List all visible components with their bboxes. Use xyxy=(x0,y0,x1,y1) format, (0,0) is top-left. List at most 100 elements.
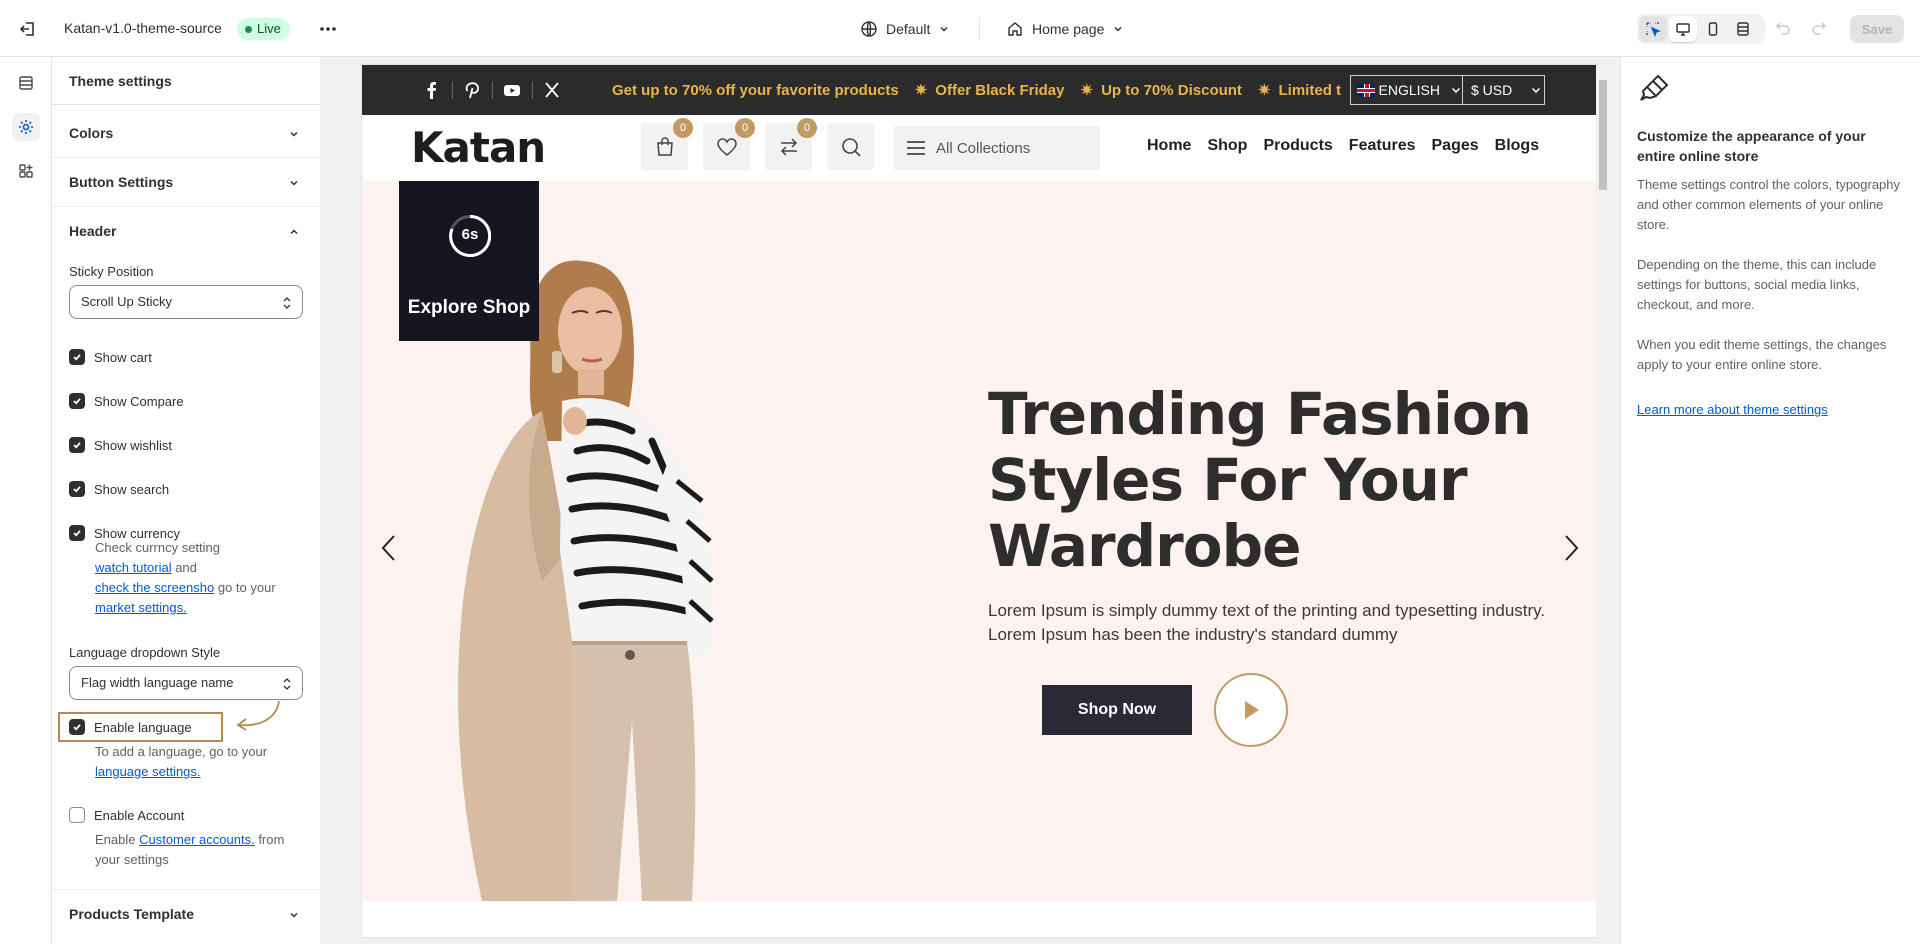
wishlist-count-badge: 0 xyxy=(735,118,755,138)
preview-scrollbar[interactable] xyxy=(1596,65,1610,937)
info-title: Customize the appearance of your entire … xyxy=(1637,128,1866,164)
select-arrows-icon xyxy=(282,296,292,310)
chevron-down-icon xyxy=(288,128,300,140)
mobile-view-icon[interactable] xyxy=(1699,16,1727,42)
exit-icon[interactable] xyxy=(18,19,38,39)
live-status-badge: Live xyxy=(237,18,290,40)
play-video-button[interactable] xyxy=(1214,673,1288,747)
hero-description: Lorem Ipsum is simply dummy text of the … xyxy=(988,601,1546,644)
save-button[interactable]: Save xyxy=(1850,15,1904,43)
account-help-text: Enable Customer accounts. from your sett… xyxy=(95,830,305,870)
currency-dropdown[interactable]: $ USD xyxy=(1463,75,1545,105)
show-cart-row[interactable]: Show cart xyxy=(69,348,152,366)
pinterest-icon[interactable] xyxy=(462,80,482,100)
slide-prev-arrow-icon[interactable] xyxy=(378,533,400,563)
show-search-row[interactable]: Show search xyxy=(69,480,169,498)
section-button-settings[interactable]: Button Settings xyxy=(52,158,320,207)
fullscreen-view-icon[interactable] xyxy=(1729,16,1757,42)
variant-label: Default xyxy=(886,21,931,37)
enable-language-row[interactable]: Enable language xyxy=(69,718,192,736)
show-wishlist-row[interactable]: Show wishlist xyxy=(69,436,172,454)
wishlist-heart-icon[interactable]: 0 xyxy=(703,118,755,170)
announcement-bar: Get up to 70% off your favorite products… xyxy=(362,65,1596,115)
undo-icon[interactable] xyxy=(1774,19,1792,37)
x-twitter-icon[interactable] xyxy=(542,80,562,100)
compare-arrows-icon[interactable]: 0 xyxy=(765,118,817,170)
all-collections-button[interactable]: All Collections xyxy=(894,126,1100,170)
desktop-view-icon[interactable] xyxy=(1669,16,1697,42)
market-settings-link[interactable]: market settings. xyxy=(95,600,187,615)
app-embeds-icon[interactable] xyxy=(12,157,40,185)
show-compare-row[interactable]: Show Compare xyxy=(69,392,184,410)
theme-settings-info-panel: Customize the appearance of your entire … xyxy=(1620,57,1920,944)
promo-text-1: Get up to 70% off your favorite products xyxy=(612,82,899,99)
language-help-line: To add a language, go to your xyxy=(95,744,268,759)
language-style-label: Language dropdown Style xyxy=(69,645,221,660)
theme-variant-selector[interactable]: Default xyxy=(860,17,950,41)
store-preview[interactable]: Get up to 70% off your favorite products… xyxy=(362,65,1596,937)
store-header: Katan 0 0 0 All Collections Home Shop Pr… xyxy=(362,115,1596,181)
live-dot-icon xyxy=(245,25,252,33)
preview-scrollbar-thumb[interactable] xyxy=(1599,80,1607,190)
help-and-text: and xyxy=(171,560,197,575)
section-products-template[interactable]: Products Template xyxy=(52,889,320,938)
show-currency-checkbox[interactable] xyxy=(69,525,85,541)
show-wishlist-checkbox[interactable] xyxy=(69,437,85,453)
hamburger-menu-icon xyxy=(906,140,926,156)
hero-heading: Trending Fashion Styles For Your Wardrob… xyxy=(988,380,1532,580)
next-section xyxy=(362,901,1596,937)
social-divider xyxy=(492,81,493,99)
menu-item-products[interactable]: Products xyxy=(1263,137,1332,155)
home-icon xyxy=(1006,20,1024,38)
enable-account-row[interactable]: Enable Account xyxy=(69,806,184,824)
inspector-icon[interactable] xyxy=(1639,16,1667,42)
countdown-text: 6s xyxy=(461,226,479,243)
show-search-label: Show search xyxy=(94,481,170,497)
menu-item-blogs[interactable]: Blogs xyxy=(1495,137,1539,155)
main-menu: Home Shop Products Features Pages Blogs xyxy=(1147,137,1539,155)
theme-settings-gear-icon[interactable] xyxy=(12,113,40,141)
compare-count-badge: 0 xyxy=(797,118,817,138)
redo-icon[interactable] xyxy=(1810,19,1828,37)
show-search-checkbox[interactable] xyxy=(69,481,85,497)
section-colors[interactable]: Colors xyxy=(52,109,320,158)
more-actions-icon[interactable] xyxy=(317,18,339,40)
uk-flag-icon xyxy=(1357,83,1375,97)
language-dropdown[interactable]: ENGLISH xyxy=(1350,75,1463,105)
info-paragraph-1: Theme settings control the colors, typog… xyxy=(1637,177,1901,232)
show-cart-checkbox[interactable] xyxy=(69,349,85,365)
enable-account-checkbox[interactable] xyxy=(69,807,85,823)
menu-item-home[interactable]: Home xyxy=(1147,137,1191,155)
watch-tutorial-link[interactable]: watch tutorial xyxy=(95,560,172,575)
promo-text-3: Up to 70% Discount xyxy=(1101,82,1242,99)
search-icon[interactable] xyxy=(827,123,874,170)
promo-text-4: Limited time xyxy=(1278,82,1342,99)
menu-item-pages[interactable]: Pages xyxy=(1432,137,1479,155)
cart-icon[interactable]: 0 xyxy=(641,118,693,170)
store-logo[interactable]: Katan xyxy=(411,123,546,172)
section-header[interactable]: Header xyxy=(52,207,320,256)
menu-item-shop[interactable]: Shop xyxy=(1207,137,1247,155)
check-screenshot-link[interactable]: check the screensho xyxy=(95,580,214,595)
theme-name: Katan-v1.0-theme-source xyxy=(64,20,222,36)
enable-language-checkbox[interactable] xyxy=(69,719,85,735)
explore-shop-card[interactable]: 6s Explore Shop xyxy=(399,181,539,341)
shop-now-button[interactable]: Shop Now xyxy=(1042,685,1192,735)
page-selector[interactable]: Home page xyxy=(1006,17,1124,41)
live-status-text: Live xyxy=(257,21,281,36)
facebook-icon[interactable] xyxy=(422,80,442,100)
menu-item-features[interactable]: Features xyxy=(1349,137,1416,155)
sections-icon[interactable] xyxy=(12,69,40,97)
language-settings-link[interactable]: language settings. xyxy=(95,764,201,779)
currency-help-line1: Check currncy setting xyxy=(95,540,220,555)
learn-more-link[interactable]: Learn more about theme settings xyxy=(1637,402,1828,417)
show-compare-checkbox[interactable] xyxy=(69,393,85,409)
customer-accounts-link[interactable]: Customer accounts. xyxy=(139,832,255,847)
language-style-select[interactable]: Flag width language name xyxy=(69,666,303,700)
paintbrush-icon xyxy=(1636,71,1672,107)
select-arrows-icon xyxy=(282,677,292,691)
slide-next-arrow-icon[interactable] xyxy=(1560,533,1582,563)
youtube-icon[interactable] xyxy=(502,80,522,100)
sticky-position-select[interactable]: Scroll Up Sticky xyxy=(69,285,303,319)
explore-shop-label: Explore Shop xyxy=(407,297,531,318)
